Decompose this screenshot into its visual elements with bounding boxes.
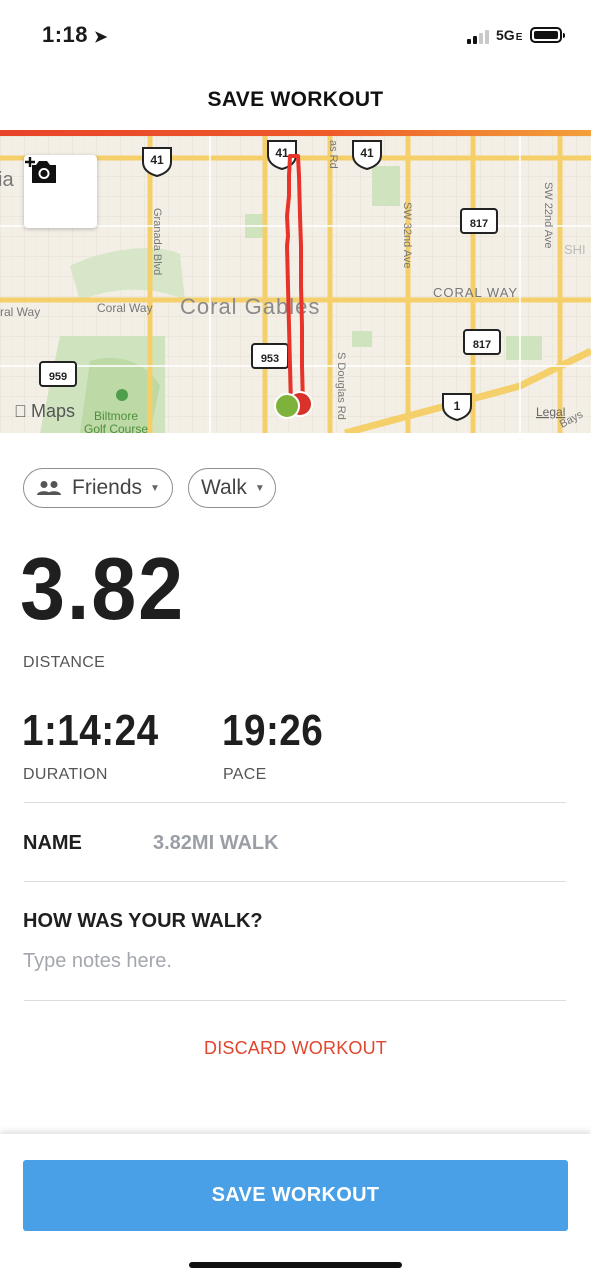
map-label-coral-way-left: ral Way	[0, 305, 40, 319]
map-legal-link[interactable]: Legal	[536, 405, 565, 419]
visibility-dropdown-label: Friends	[72, 476, 143, 499]
route-shield-us41: 41	[142, 147, 172, 178]
svg-text:41: 41	[150, 153, 164, 167]
map-label-golf-course: Golf Course	[84, 422, 148, 433]
duration-value: 1:14:24	[22, 706, 159, 755]
status-time: 1:18 ➤	[42, 22, 108, 48]
svg-text:1: 1	[454, 399, 461, 413]
map-label-shi: SHI	[564, 242, 586, 257]
save-workout-button[interactable]: SAVE WORKOUT	[23, 1160, 568, 1231]
add-photo-button[interactable]	[24, 155, 97, 228]
caret-down-icon: ▼	[254, 482, 265, 494]
workout-name-field[interactable]: 3.82MI WALK	[153, 832, 279, 855]
svg-text:817: 817	[470, 218, 488, 230]
golf-icon	[116, 389, 128, 401]
add-photo-camera-icon	[25, 157, 56, 183]
maps-attribution:  Maps	[14, 401, 75, 421]
route-shield-fl817: 817	[463, 329, 501, 355]
pace-value: 19:26	[222, 706, 324, 755]
people-icon	[37, 481, 61, 495]
route-shield-fl817: 817	[460, 208, 498, 234]
route-shield-us1: 1	[442, 393, 472, 422]
duration-label: DURATION	[23, 766, 108, 783]
map-label-sw-32nd-ave: SW 32nd Ave	[401, 202, 413, 268]
page-title: SAVE WORKOUT	[207, 88, 384, 111]
map-label-granada-blvd: Granada Blvd	[151, 208, 163, 275]
divider	[24, 881, 566, 882]
network-type: 5GE	[496, 27, 523, 43]
battery-icon	[530, 27, 565, 43]
app-header: SAVE WORKOUT	[0, 68, 591, 130]
svg-text:41: 41	[275, 146, 289, 160]
distance-value: 3.82	[20, 539, 185, 638]
svg-text:: 	[14, 402, 27, 421]
divider	[24, 802, 566, 803]
notes-heading: HOW WAS YOUR WALK?	[23, 910, 263, 932]
route-map[interactable]: ia ral Way Coral Way Coral Gables CORAL …	[0, 136, 591, 433]
svg-text:953: 953	[261, 353, 279, 365]
svg-text:41: 41	[360, 146, 374, 160]
distance-label: DISTANCE	[23, 654, 106, 671]
map-label-biltmore: Biltmore	[94, 409, 138, 423]
route-shield-fl953: 953	[251, 343, 289, 369]
caret-down-icon: ▼	[150, 482, 160, 494]
map-label-douglas-top: as Rd	[327, 140, 339, 169]
name-label: NAME	[23, 832, 82, 854]
map-label-sw-22nd-ave: SW 22nd Ave	[542, 182, 554, 248]
divider	[24, 1000, 566, 1001]
pace-label: PACE	[223, 766, 267, 783]
map-label-coral-way-right: CORAL WAY	[433, 285, 518, 300]
home-indicator[interactable]	[189, 1262, 402, 1268]
map-label-ia: ia	[0, 169, 14, 191]
location-arrow-icon: ➤	[94, 29, 108, 46]
activity-type-label: Walk	[201, 476, 247, 499]
svg-text:817: 817	[473, 339, 491, 351]
cellular-signal-icon	[467, 30, 493, 44]
route-shield-us41: 41	[352, 140, 382, 171]
route-shield-fl959: 959	[39, 361, 77, 387]
map-label-coral-way: Coral Way	[97, 301, 153, 315]
visibility-dropdown[interactable]: Friends ▼	[23, 468, 173, 508]
activity-type-dropdown[interactable]: Walk ▼	[188, 468, 276, 508]
discard-workout-button[interactable]: DISCARD WORKOUT	[0, 1038, 591, 1059]
clock-text: 1:18	[42, 22, 89, 47]
route-start-marker	[274, 393, 300, 419]
notes-input[interactable]	[23, 946, 563, 976]
map-label-s-douglas-rd: S Douglas Rd	[335, 352, 347, 420]
status-bar: 1:18 ➤ 5GE	[0, 0, 591, 68]
svg-text:Maps: Maps	[31, 401, 75, 421]
svg-text:959: 959	[49, 371, 67, 383]
